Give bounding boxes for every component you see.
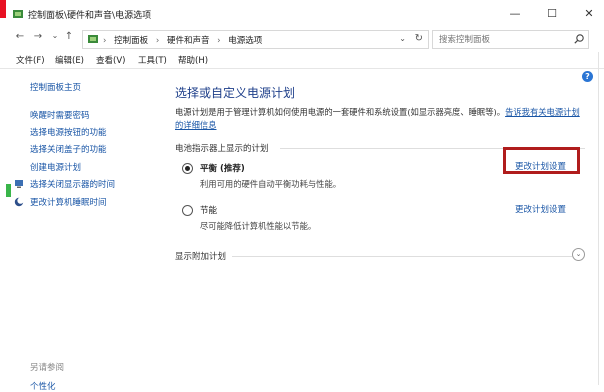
change-plan-settings-balanced[interactable]: 更改计划设置	[515, 160, 566, 172]
plan-balanced-description: 利用可用的硬件自动平衡功耗与性能。	[200, 179, 342, 189]
page-title: 选择或自定义电源计划	[175, 86, 296, 100]
search-icon[interactable]	[573, 33, 585, 45]
sidebar-item-power-button[interactable]: 选择电源按钮的功能	[30, 126, 107, 138]
page-description: 电源计划是用于管理计算机如何使用电源的一套硬件和系统设置(如显示器亮度、睡眠等)…	[175, 106, 587, 132]
sidebar: 控制面板主页 唤醒时需要密码 选择电源按钮的功能 选择关闭盖子的功能 创建电源计…	[0, 69, 162, 392]
extra-plans-divider	[232, 256, 572, 257]
sleep-moon-icon	[14, 197, 24, 207]
window-title: 控制面板\硬件和声音\电源选项	[28, 11, 152, 21]
plan-power-saver-description: 尽可能降低计算机性能以节能。	[200, 221, 317, 231]
change-plan-settings-power-saver[interactable]: 更改计划设置	[515, 203, 566, 215]
minimize-button[interactable]: —	[500, 4, 530, 24]
breadcrumb-control-panel[interactable]: 控制面板	[114, 36, 148, 46]
title-bar: 控制面板\硬件和声音\电源选项 — ☐ ✕	[6, 0, 604, 28]
forward-button[interactable]: →	[31, 31, 45, 42]
navigation-bar: ← → ⌄ ↑ › 控制面板 › 硬件和声音 › 电源选项 ⌄ ↻	[0, 28, 604, 50]
window-right-edge	[598, 52, 599, 385]
breadcrumb: › 控制面板 › 硬件和声音 › 电源选项	[103, 34, 267, 46]
close-button[interactable]: ✕	[574, 4, 604, 24]
plan-balanced-name[interactable]: 平衡 (推荐)	[200, 162, 245, 174]
breadcrumb-power-options[interactable]: 电源选项	[228, 36, 262, 46]
up-button[interactable]: ↑	[62, 31, 76, 42]
help-icon[interactable]: ?	[582, 71, 593, 82]
menu-file[interactable]: 文件(F)	[16, 54, 45, 66]
refresh-button[interactable]: ↻	[415, 33, 423, 44]
breadcrumb-separator: ›	[103, 36, 107, 46]
sidebar-item-sleep-time[interactable]: 更改计算机睡眠时间	[30, 196, 107, 208]
recent-locations-button[interactable]: ⌄	[48, 31, 62, 40]
sidebar-item-display-off[interactable]: 选择关闭显示器的时间	[30, 178, 115, 190]
search-box	[432, 30, 589, 49]
breadcrumb-separator: ›	[217, 36, 221, 46]
maximize-button[interactable]: ☐	[537, 4, 567, 24]
show-additional-plans-label[interactable]: 显示附加计划	[175, 250, 226, 262]
display-icon	[15, 180, 23, 188]
radio-balanced[interactable]	[182, 163, 193, 174]
menu-view[interactable]: 查看(V)	[96, 54, 125, 66]
radio-power-saver[interactable]	[182, 205, 193, 216]
sidebar-item-personalization[interactable]: 个性化	[30, 380, 56, 392]
sidebar-item-create-plan[interactable]: 创建电源计划	[30, 161, 81, 173]
sidebar-item-home[interactable]: 控制面板主页	[30, 81, 81, 93]
address-dropdown-button[interactable]: ⌄	[399, 34, 406, 43]
menu-bar: 文件(F) 编辑(E) 查看(V) 工具(T) 帮助(H)	[0, 52, 604, 69]
plans-group-label: 电池指示器上显示的计划	[175, 144, 269, 154]
search-input[interactable]	[437, 32, 571, 48]
sidebar-item-lid-close[interactable]: 选择关闭盖子的功能	[30, 143, 107, 155]
menu-edit[interactable]: 编辑(E)	[55, 54, 84, 66]
expand-chevron-icon[interactable]: ⌄	[572, 248, 585, 261]
control-panel-icon	[88, 35, 98, 43]
see-also-heading: 另请参阅	[30, 363, 65, 373]
menu-tools[interactable]: 工具(T)	[138, 54, 167, 66]
control-panel-window: 控制面板\硬件和声音\电源选项 — ☐ ✕ ← → ⌄ ↑ › 控制面板 › 硬…	[0, 0, 604, 392]
breadcrumb-hardware-sound[interactable]: 硬件和声音	[167, 36, 210, 46]
menu-help[interactable]: 帮助(H)	[178, 54, 208, 66]
green-marker	[6, 184, 11, 197]
plan-power-saver-name[interactable]: 节能	[200, 204, 217, 216]
description-text: 电源计划是用于管理计算机如何使用电源的一套硬件和系统设置(如显示器亮度、睡眠等)…	[175, 107, 506, 117]
breadcrumb-separator: ›	[155, 36, 160, 46]
address-bar[interactable]: › 控制面板 › 硬件和声音 › 电源选项 ⌄ ↻	[82, 30, 429, 49]
main-content: ? 选择或自定义电源计划 电源计划是用于管理计算机如何使用电源的一套硬件和系统设…	[162, 69, 604, 385]
control-panel-icon	[13, 10, 23, 18]
sidebar-item-wake-password[interactable]: 唤醒时需要密码	[30, 109, 90, 121]
back-button[interactable]: ←	[13, 31, 27, 42]
